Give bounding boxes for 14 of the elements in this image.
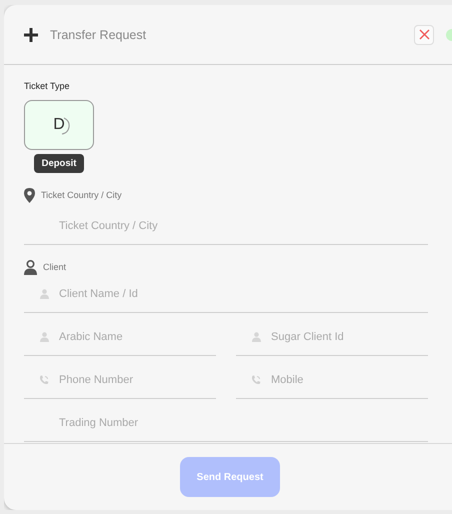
input-field[interactable]: Trading Number [59,417,428,429]
tooltip: Deposit [34,154,84,173]
dialog-title: Transfer Request [50,28,148,42]
input-field[interactable]: Arabic Name [59,331,216,343]
section-label: Client [43,262,66,272]
input-field[interactable]: Mobile [271,374,428,386]
input-field[interactable]: Sugar Client Id [271,331,428,343]
field-label: Ticket Type [24,81,71,92]
tile-letter: D [53,116,65,134]
section-label: Ticket Country / City [41,190,122,200]
input-field[interactable]: Ticket Country / City [59,220,428,232]
input-field[interactable]: Phone Number [59,374,216,386]
input-field[interactable]: Client Name / Id [59,288,428,300]
ticket-type-tile[interactable]: D [24,100,94,150]
